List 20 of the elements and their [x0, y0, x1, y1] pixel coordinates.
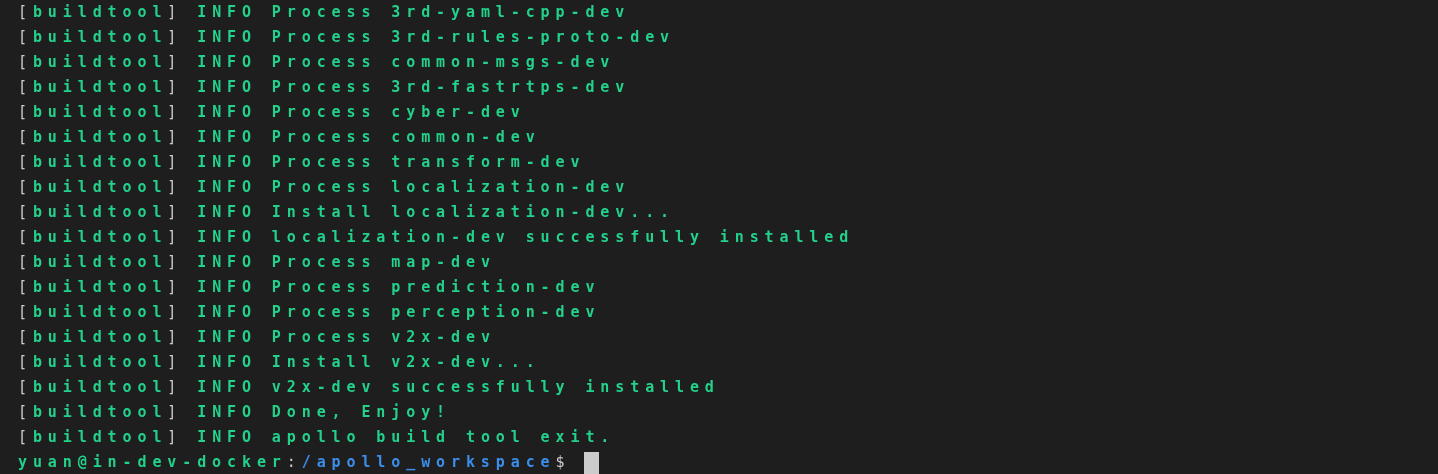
log-line: [buildtool] INFO Process v2x-dev: [18, 327, 496, 348]
text-cursor: [584, 451, 600, 474]
log-line: [buildtool] INFO Install localization-dev...: [18, 202, 675, 223]
log-line: [buildtool] INFO Process common-msgs-dev: [18, 52, 616, 73]
log-line: [buildtool] INFO apollo build tool exit.: [18, 427, 616, 448]
log-line: [buildtool] INFO Process 3rd-fastrtps-dev: [18, 77, 631, 98]
log-line: [buildtool] INFO Install v2x-dev...: [18, 352, 541, 373]
log-line: [buildtool] INFO Process cyber-dev: [18, 102, 526, 123]
log-line: [buildtool] INFO Done, Enjoy!: [18, 402, 452, 423]
log-line: [buildtool] INFO Process 3rd-yaml-cpp-dev: [18, 2, 631, 23]
log-line: [buildtool] INFO Process perception-dev: [18, 302, 601, 323]
log-line: [buildtool] INFO localization-dev successfully installed: [18, 227, 855, 248]
shell-prompt: yuan@in-dev-docker:/apollo_workspace$: [18, 452, 571, 473]
log-line: [buildtool] INFO Process transform-dev: [18, 152, 586, 173]
log-line: [buildtool] INFO Process common-dev: [18, 127, 541, 148]
log-line: [buildtool] INFO Process prediction-dev: [18, 277, 601, 298]
log-line: [buildtool] INFO Process 3rd-rules-proto-dev: [18, 27, 675, 48]
log-line: [buildtool] INFO Process localization-dev: [18, 177, 631, 198]
log-line: [buildtool] INFO Process map-dev: [18, 252, 496, 273]
log-line: [buildtool] INFO v2x-dev successfully installed: [18, 377, 720, 398]
